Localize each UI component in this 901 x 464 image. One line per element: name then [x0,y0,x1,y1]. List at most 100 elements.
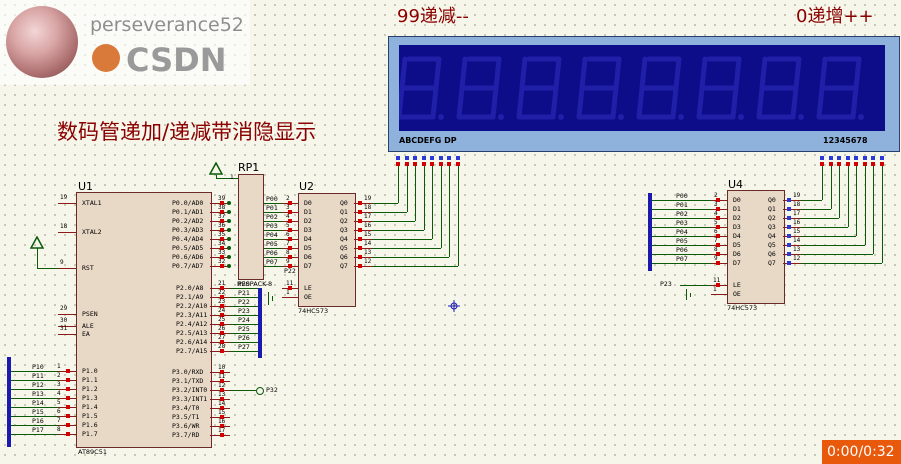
u1-pin-number: 39 [218,195,226,202]
u2-pin-number: 12 [364,258,372,265]
net-label: P06 [266,249,278,257]
u1-pin-name: P1.6 [82,421,98,429]
schematic-canvas[interactable]: perseverance52 CSDN 数码管递加/递减带消隐显示 99递减--… [0,0,901,464]
u1-pin-name: P1.4 [82,403,98,411]
u4-pin-name: D1 [733,205,741,213]
u1-pin-number: 30 [60,317,68,324]
digit-segment [493,56,502,91]
u4-pin-number: 12 [793,255,801,262]
u1-pin-number: 36 [218,222,226,229]
power-terminal-icon [209,162,223,175]
wire-segment [432,166,433,183]
u1-pin-number: 4 [57,390,61,397]
u1-pin-number: 8 [57,426,61,433]
u1-pin-number: 7 [57,417,61,424]
label-increment: 0递增++ [796,6,874,27]
junction-dot [227,201,231,205]
u4-pin-name: Q0 [768,196,776,204]
bus-u4 [648,193,652,271]
u4-pin-line [783,263,801,264]
u4-pin-name: Q2 [768,214,776,222]
u1-pin-name: P1.5 [82,412,98,420]
wire-segment [406,183,408,212]
u4-pin-number: 6 [714,228,718,235]
wire-segment [415,183,416,221]
wire-segment [440,183,442,248]
digit-segment [636,85,645,120]
display-digit-pin [862,156,867,160]
u2-pin-state [358,219,362,223]
wire-segment [449,183,450,257]
u1-pin-number: 19 [60,194,68,201]
u1-pin-number: 5 [57,399,61,406]
wire-segment [372,221,415,222]
wire-segment [873,166,874,254]
u1-pin-number: 17 [218,427,226,434]
u2-pin-name: D6 [304,253,312,261]
seven-segment-display[interactable]: ABCDEFG DP 12345678 [388,36,900,152]
u4-pin-number: 15 [793,228,801,235]
u2-pin-number: 11 [286,280,294,287]
wire-segment [801,227,848,228]
digit-segment [759,56,768,91]
video-time-badge[interactable]: 0:00/0:32 [822,440,901,464]
u4-pin-name: D5 [733,241,741,249]
u1-pin-number: 12 [218,382,226,389]
rp1-ref: RP1 [238,161,260,174]
junction-dot [227,237,231,241]
u2-pin-state [358,201,362,205]
wire-segment [44,268,58,269]
u1-pin-name: P3.7/RD [172,431,200,439]
wire-segment [864,166,866,245]
u1-pin-number: 28 [218,343,226,350]
display-digit-pin [879,156,884,160]
net-label: P26 [238,334,250,342]
display-segment-pin [396,156,400,160]
wire-segment [423,166,425,183]
wire-segment [457,183,459,266]
wire-segment [801,200,822,201]
wire-segment [652,263,711,264]
u1-pin-name: P0.5/AD5 [172,244,204,252]
u1-part: AT89C51 [78,448,107,456]
u1-pin-name: P3.2/INT0 [172,386,208,394]
u4-pin-number: 2 [714,192,718,199]
u2-pin-name: Q1 [340,208,348,216]
u4-pin-name: Q6 [768,250,776,258]
u1-pin-state [66,405,70,409]
u1-pin-name: P2.1/A9 [176,293,204,301]
u2-pin-number: 14 [364,240,372,247]
u1-pin-name: P3.4/T0 [172,404,200,412]
display-digit-pin [854,156,858,160]
u2-pin-number: 9 [286,258,290,265]
u1-pin-state [66,414,70,418]
net-label: P12 [32,381,44,389]
net-label: P25 [238,325,250,333]
u2-pin-state [358,255,362,259]
digit-dp [438,114,444,120]
digit-dp [498,114,504,120]
u2-pin-name: Q3 [340,226,348,234]
digit-segment [459,56,468,91]
u1-pin-number: 15 [218,409,226,416]
rp1-resistor-pack[interactable] [238,174,264,280]
digit-segment [673,56,682,91]
u2-pin-number: 15 [364,231,372,238]
u1-pin-name: P2.0/A8 [176,284,204,292]
net-label: P00 [676,192,688,200]
net-label: P27 [238,343,250,351]
u4-pin-number: 9 [714,255,718,262]
wire-segment [801,245,865,246]
digit-segment [579,56,588,91]
net-label: P10 [32,363,44,371]
display-segment-pin [447,156,451,160]
u2-pin-state [358,264,362,268]
u1-pin-name: P0.3/AD3 [172,226,204,234]
u1-pin-number: 31 [60,325,68,332]
wire-segment [801,218,839,219]
u4-pin-number: 19 [793,192,801,199]
u2-ref: U2 [299,180,315,193]
wire-segment [230,390,256,391]
u2-pin-number: 8 [286,249,290,256]
u1-pin-name: P3.1/TXD [172,377,204,385]
